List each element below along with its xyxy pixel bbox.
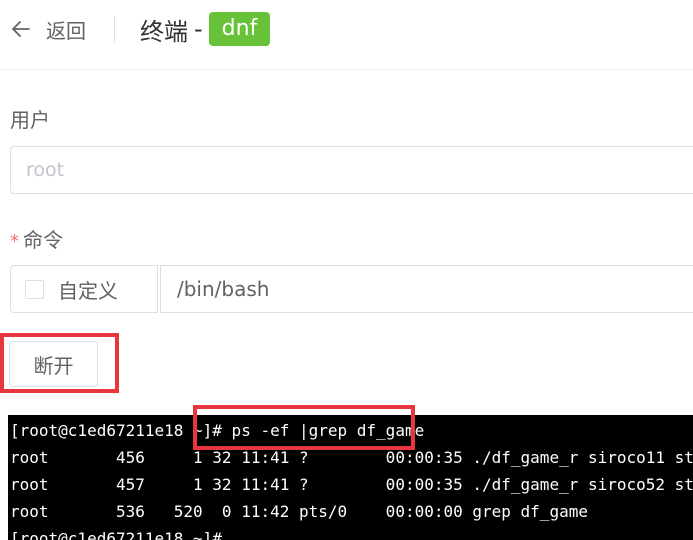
command-label-row: * 命令	[10, 224, 63, 253]
title-separator: -	[194, 15, 203, 43]
required-mark: *	[10, 231, 19, 252]
terminal-line: root 457 1 32 11:41 ? 00:00:35 ./df_game…	[10, 475, 693, 494]
command-highlight-box	[193, 405, 415, 450]
arrow-left-icon	[12, 21, 30, 37]
custom-checkbox[interactable]	[25, 279, 44, 299]
user-label: 用户	[10, 108, 50, 132]
back-label: 返回	[46, 18, 86, 43]
disconnect-button[interactable]: 断开	[9, 341, 98, 387]
back-button[interactable]: 返回	[10, 14, 86, 44]
command-input[interactable]	[160, 265, 693, 313]
terminal-line: root 536 520 0 11:42 pts/0 00:00:00 grep…	[10, 502, 588, 521]
page-title-text: 终端	[140, 17, 188, 46]
command-label: 命令	[23, 228, 63, 252]
custom-command-toggle[interactable]: 自定义	[10, 265, 158, 313]
header-divider	[114, 16, 115, 42]
page-header: 返回 终端 - dnf	[0, 0, 693, 70]
custom-label: 自定义	[58, 278, 118, 303]
terminal-line: root 456 1 32 11:41 ? 00:00:35 ./df_game…	[10, 448, 693, 467]
container-tag: dnf	[208, 12, 271, 46]
page-title: 终端 - dnf	[140, 12, 271, 46]
user-input[interactable]	[10, 146, 693, 194]
